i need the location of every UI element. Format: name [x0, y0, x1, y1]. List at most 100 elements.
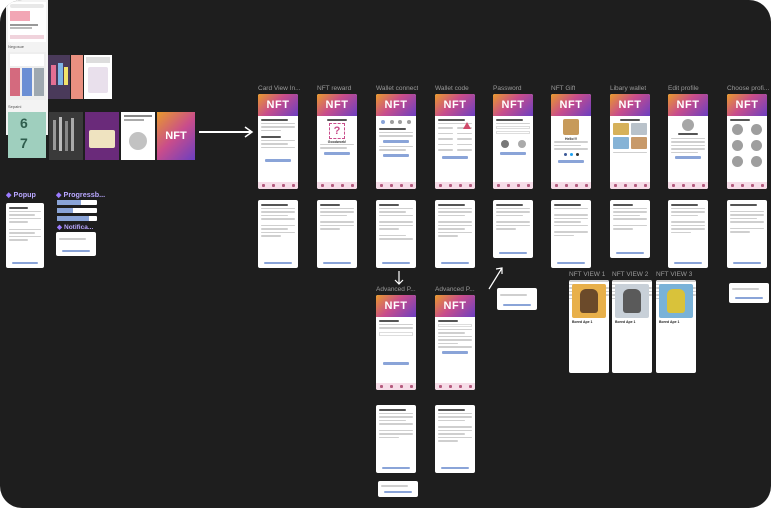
product-thumb-5: [85, 112, 119, 160]
nft-header: NFT: [727, 94, 767, 116]
info-card-5: [493, 200, 533, 258]
info-card-advanced-1: [376, 405, 416, 473]
info-card-8: [668, 200, 708, 268]
nft-name: Bored Ape 1: [615, 320, 636, 324]
face-id-icon[interactable]: [517, 140, 526, 148]
question-box: ?: [329, 122, 345, 139]
frame-title-password: Password: [493, 85, 522, 92]
screen-library-wallet[interactable]: NFT: [610, 94, 650, 189]
product-thumb-4: [49, 112, 83, 160]
nft-header: NFT: [435, 94, 475, 116]
avatar-option[interactable]: [750, 123, 762, 135]
tab-bar[interactable]: [258, 182, 298, 189]
product-thumb-6: [121, 112, 155, 160]
screen-card-view[interactable]: NFT: [258, 94, 298, 189]
screen-nft-gift[interactable]: NFT Hello!!!: [551, 94, 591, 189]
frame-title-card-view: Card View In...: [258, 85, 301, 92]
screen-advanced-1[interactable]: NFT: [376, 295, 416, 390]
frame-title-advanced-2: Advanced P...: [435, 286, 475, 293]
frame-title-choose-profile: Choose profi...: [727, 85, 770, 92]
info-card-6: [551, 200, 591, 268]
progress-bar-3: [57, 216, 97, 221]
info-card-3: [376, 200, 416, 268]
tab-bar[interactable]: [376, 182, 416, 189]
product-thumb-2: [71, 55, 83, 99]
nft-header: NFT: [493, 94, 533, 116]
notification-card: [56, 232, 96, 256]
avatar-option[interactable]: [732, 123, 744, 135]
progress-bar-2: [57, 208, 97, 213]
goodwork-text: Goodwork!: [327, 139, 347, 144]
left-thumb-1: [8, 52, 46, 100]
progressbar-component-title: ◆ Progressb...: [56, 190, 106, 199]
section-label-1: Negosue: [8, 44, 25, 49]
avatar-option[interactable]: [750, 139, 762, 151]
left-top-screen: [8, 2, 46, 42]
nft-header: NFT: [376, 94, 416, 116]
screen-wallet-code[interactable]: NFT: [435, 94, 475, 189]
avatar-option[interactable]: [750, 155, 762, 167]
screen-wallet-connect[interactable]: NFT: [376, 94, 416, 189]
tab-bar[interactable]: [435, 182, 475, 189]
frame-title-library-wallet: Libary wallet: [610, 85, 647, 92]
info-card-4: [435, 200, 475, 268]
component-icon: ◆: [57, 224, 62, 231]
screen-nft-reward[interactable]: NFT ? Goodwork!: [317, 94, 357, 189]
popup-card: [6, 203, 44, 268]
flow-arrow-down: [394, 271, 404, 285]
info-card-2: [317, 200, 357, 268]
screen-choose-profile[interactable]: NFT: [727, 94, 767, 189]
banner-number-7: 7: [20, 135, 28, 151]
flow-arrowhead-main: [244, 126, 254, 138]
frame-title-nft-view-2: NFT VIEW 2: [612, 271, 649, 278]
component-icon: ◆: [56, 190, 62, 199]
nft-view-card-2[interactable]: Bored Ape 1: [612, 280, 652, 373]
frame-title-nft-gift: NFT Gift: [551, 85, 576, 92]
info-card-9: [727, 200, 767, 268]
tab-bar[interactable]: [668, 182, 708, 189]
tab-bar[interactable]: [317, 182, 357, 189]
nft-view-card-1[interactable]: Bored Ape 1: [569, 280, 609, 373]
screen-password[interactable]: NFT: [493, 94, 533, 189]
tab-bar[interactable]: [551, 182, 591, 189]
frame-title-edit-profile: Edit profile: [668, 85, 699, 92]
screen-edit-profile[interactable]: NFT: [668, 94, 708, 189]
product-thumb-3: [84, 55, 112, 99]
tab-bar[interactable]: [376, 383, 416, 390]
avatar-option[interactable]: [732, 155, 744, 167]
frame-title-nft-view-3: NFT VIEW 3: [656, 271, 693, 278]
tab-bar[interactable]: [610, 182, 650, 189]
banner-number-6: 6: [20, 115, 28, 131]
ape-image: [572, 284, 606, 318]
info-card-1: [258, 200, 298, 268]
avatar-option[interactable]: [732, 139, 744, 151]
info-card-advanced-2: [435, 405, 475, 473]
component-icon: ◆: [6, 190, 12, 199]
tab-bar[interactable]: [727, 182, 767, 189]
nft-header: NFT: [435, 295, 475, 317]
tab-bar[interactable]: [493, 182, 533, 189]
nft-name: Bored Ape 1: [572, 320, 593, 324]
left-banner: 6 7: [8, 112, 46, 158]
notification-component-title: ◆ Notifica...: [57, 224, 94, 231]
gift-nft-image: [563, 119, 579, 135]
nft-header: NFT: [317, 94, 357, 116]
ape-image: [659, 284, 693, 318]
progress-bar-1: [57, 200, 97, 205]
frame-title-wallet-connect: Wallet connect: [376, 85, 419, 92]
nft-banner-label: NFT: [165, 130, 187, 142]
popup-component-title: ◆ Popup: [6, 190, 36, 199]
nft-view-card-3[interactable]: Bored Ape 1: [656, 280, 696, 373]
section-label-2: Sepaini: [8, 104, 22, 109]
notification-card-profile: [729, 283, 769, 303]
nft-header: NFT: [258, 94, 298, 116]
tab-bar[interactable]: [435, 383, 475, 390]
profile-avatar[interactable]: [682, 119, 694, 131]
frame-title-wallet-code: Wallet code: [435, 85, 469, 92]
frame-title-advanced-1: Advanced P...: [376, 286, 416, 293]
frame-title-nft-reward: NFT reward: [317, 85, 352, 92]
fingerprint-icon[interactable]: [500, 140, 509, 148]
product-thumb-1: [48, 55, 70, 99]
screen-advanced-2[interactable]: NFT: [435, 295, 475, 390]
nft-banner-thumb: NFT: [157, 112, 195, 160]
